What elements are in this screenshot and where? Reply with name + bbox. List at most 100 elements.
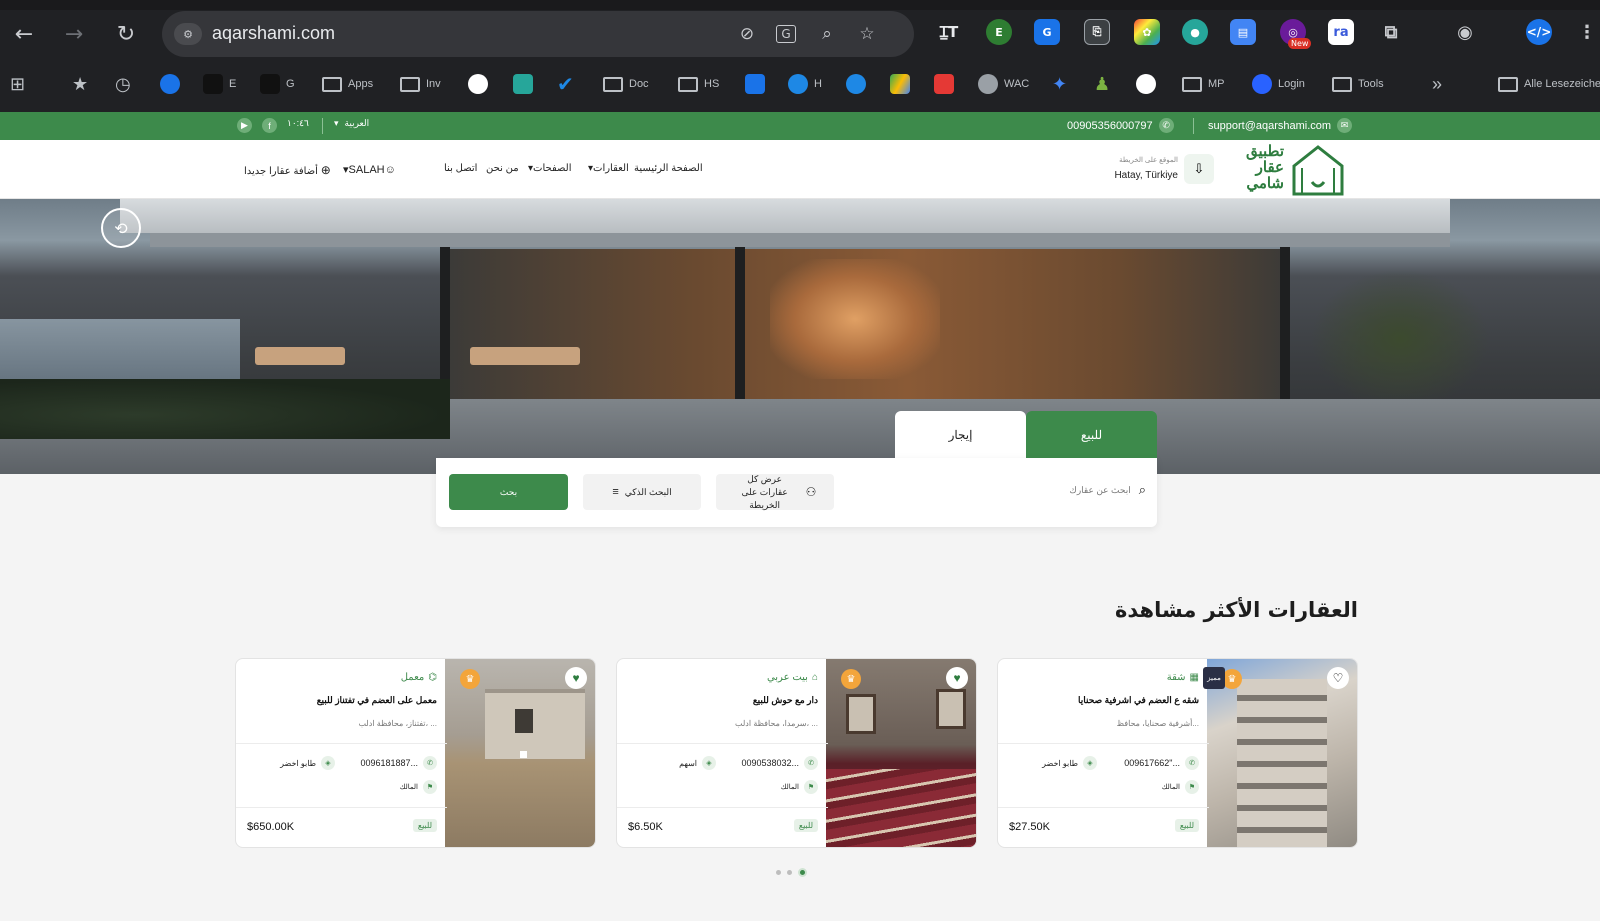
property-card[interactable]: ♡ ♛ مميز شقة ▦ شقه ع العضم في اشرفية صحنا… — [997, 658, 1358, 848]
back-icon[interactable]: ← — [10, 20, 38, 48]
property-title[interactable]: معمل على العضم في تفتناز للبيع — [317, 695, 437, 706]
search-submit-button[interactable]: بحث — [449, 474, 568, 510]
property-card[interactable]: ♥ ♛ معمل ⌬ معمل على العضم في تفتناز للبيع… — [235, 658, 596, 848]
email-contact[interactable]: support@aqarshami.com ✉ — [1208, 118, 1353, 133]
bookmark-onedrive[interactable] — [846, 72, 866, 96]
carousel-dot[interactable] — [787, 870, 792, 875]
nav-contact[interactable]: اتصل بنا — [444, 163, 477, 174]
gemini-icon[interactable]: ✦ — [1052, 72, 1067, 96]
property-owner: المالك ⚑ — [400, 780, 437, 794]
youtube-icon[interactable]: ▶ — [237, 118, 252, 133]
favorite-heart-icon[interactable]: ♥ — [565, 667, 587, 689]
tracking-off-icon[interactable]: ⊘ — [736, 23, 758, 45]
globe-bookmark[interactable] — [160, 72, 180, 96]
deed-icon: ◈ — [1083, 756, 1097, 770]
puzzle-color-icon[interactable]: ✿ — [1134, 19, 1160, 45]
carousel-dot[interactable] — [776, 870, 781, 875]
bookmark-doc[interactable]: Doc — [603, 72, 649, 96]
search-input[interactable]: ابحث عن عقارك ⌕ — [1036, 482, 1146, 498]
bookmark-star-icon[interactable]: ☆ — [856, 23, 878, 45]
google-translate-icon[interactable]: G — [1034, 19, 1060, 45]
property-phone[interactable]: 009617662"... ✆ — [1124, 756, 1199, 770]
search-placeholder[interactable]: ابحث عن عقارك — [1069, 485, 1130, 496]
bookmark-wac[interactable]: WAC — [978, 72, 1029, 96]
bookmark-translate[interactable] — [745, 72, 765, 96]
smart-search-button[interactable]: ≡ البحث الذكي — [583, 474, 701, 510]
bookmark-g[interactable]: G — [260, 72, 295, 96]
extensions-puzzle-icon[interactable]: ⧉ — [1378, 19, 1404, 45]
property-type-label: شقة — [1166, 672, 1186, 683]
bookmark-inv[interactable]: Inv — [400, 72, 441, 96]
nav-pages[interactable]: ▾الصفحات — [528, 163, 572, 174]
bookmark-trello[interactable] — [513, 72, 533, 96]
zoom-icon[interactable]: ⌕ — [816, 23, 838, 45]
bookmark-youtube[interactable] — [934, 72, 954, 96]
facebook-icon[interactable]: f — [262, 118, 277, 133]
bookmark-login[interactable]: Login — [1252, 72, 1305, 96]
location-value[interactable]: Hatay, Türkiye — [1100, 170, 1178, 181]
map-view-button[interactable]: عرض كل عقارات على الخريطة ⚇ — [716, 474, 834, 510]
nav-about[interactable]: من نحن — [486, 163, 519, 174]
reload-icon[interactable]: ↻ — [112, 20, 140, 48]
more-bookmarks-icon[interactable]: » — [1432, 72, 1442, 96]
bookmark-openai[interactable] — [1136, 72, 1156, 96]
bookmark-hs[interactable]: HS — [678, 72, 719, 96]
nav-properties[interactable]: ▾العقارات — [588, 163, 629, 174]
globe-icon — [978, 74, 998, 94]
nav-home[interactable]: الصفحة الرئيسية — [634, 163, 703, 174]
language-select[interactable]: ▾ العربية — [334, 118, 369, 129]
language-text[interactable]: العربية — [345, 118, 370, 129]
favorite-heart-icon[interactable]: ♥ — [946, 667, 968, 689]
site-settings-icon[interactable]: ⚙ — [174, 23, 202, 45]
address-bar[interactable]: ⚙ aqarshami.com ⊘ G ⌕ ☆ — [162, 11, 914, 57]
scroll-back-icon[interactable]: ⟲ — [101, 208, 141, 248]
bookmarks-star-icon[interactable]: ★ — [72, 72, 88, 96]
bookmark-github[interactable] — [468, 72, 488, 96]
bookmark-label: HS — [704, 78, 720, 90]
history-icon[interactable]: ◷ — [115, 72, 131, 96]
bookmark-drive[interactable] — [890, 72, 910, 96]
translate-icon[interactable]: G — [776, 25, 796, 43]
profile-avatar-icon[interactable]: </> — [1526, 19, 1552, 45]
building-window — [515, 709, 533, 733]
tab-sale[interactable]: للبيع — [1026, 411, 1157, 458]
location-pin-icon[interactable]: ⇩ — [1184, 154, 1214, 184]
bookmark-h[interactable]: H — [788, 72, 822, 96]
bookmark-label: Doc — [629, 78, 649, 90]
bookmark-chess[interactable]: ♟ — [1094, 72, 1110, 96]
screenshot-icon[interactable]: ◉ — [1452, 19, 1478, 45]
property-phone[interactable]: 0090538032... ✆ — [741, 756, 818, 770]
add-property-link[interactable]: أضافة عقارا جديدا ⊕ — [244, 163, 331, 177]
copy-extension-icon[interactable]: ⎘ — [1084, 19, 1110, 45]
logo-house-icon[interactable] — [1290, 144, 1346, 196]
bookmark-check[interactable]: ✔ — [557, 72, 574, 96]
phone-text[interactable]: 00905356000797 — [1067, 120, 1153, 132]
text-extension-icon[interactable]: Ɪ̲T — [936, 19, 962, 45]
property-title[interactable]: شقه ع العضم في اشرفية صحنايا — [1078, 695, 1199, 706]
menu-kebab-icon[interactable]: ⋮ — [1574, 19, 1600, 45]
language-caret-icon: ▾ — [334, 118, 339, 128]
favorite-heart-icon[interactable]: ♡ — [1327, 667, 1349, 689]
phone-icon: ✆ — [1158, 118, 1174, 133]
carousel-dot-active[interactable] — [798, 868, 807, 877]
property-title[interactable]: دار مع حوش للبيع — [753, 695, 818, 706]
email-text[interactable]: support@aqarshami.com — [1208, 120, 1331, 132]
evernote-icon[interactable]: E — [986, 19, 1012, 45]
logo-text[interactable]: تطبيق عقار شامي — [1222, 144, 1284, 192]
bookmark-mp[interactable]: MP — [1182, 72, 1225, 96]
apps-grid-icon[interactable]: ⊞ — [10, 72, 25, 96]
bookmark-e[interactable]: E — [203, 72, 236, 96]
property-card[interactable]: ♥ ♛ بيت عربي ⌂ دار مع حوش للبيع سرمدا، مح… — [616, 658, 977, 848]
tab-rent[interactable]: إيجار — [895, 411, 1026, 458]
bookmark-all[interactable]: Alle Lesezeichen — [1498, 72, 1600, 96]
docs-icon[interactable]: ▤ — [1230, 19, 1256, 45]
phone-contact[interactable]: 00905356000797 ✆ — [1067, 118, 1174, 133]
forward-icon[interactable]: → — [60, 20, 88, 48]
bookmark-apps[interactable]: Apps — [322, 72, 373, 96]
ra-extension-icon[interactable]: ra — [1328, 19, 1354, 45]
user-menu[interactable]: ▾SALAH☺ — [343, 163, 396, 176]
assistant-icon[interactable]: ● — [1182, 19, 1208, 45]
url-text[interactable]: aqarshami.com — [212, 23, 335, 44]
property-phone[interactable]: 0096181887... ✆ — [360, 756, 437, 770]
bookmark-tools[interactable]: Tools — [1332, 72, 1384, 96]
